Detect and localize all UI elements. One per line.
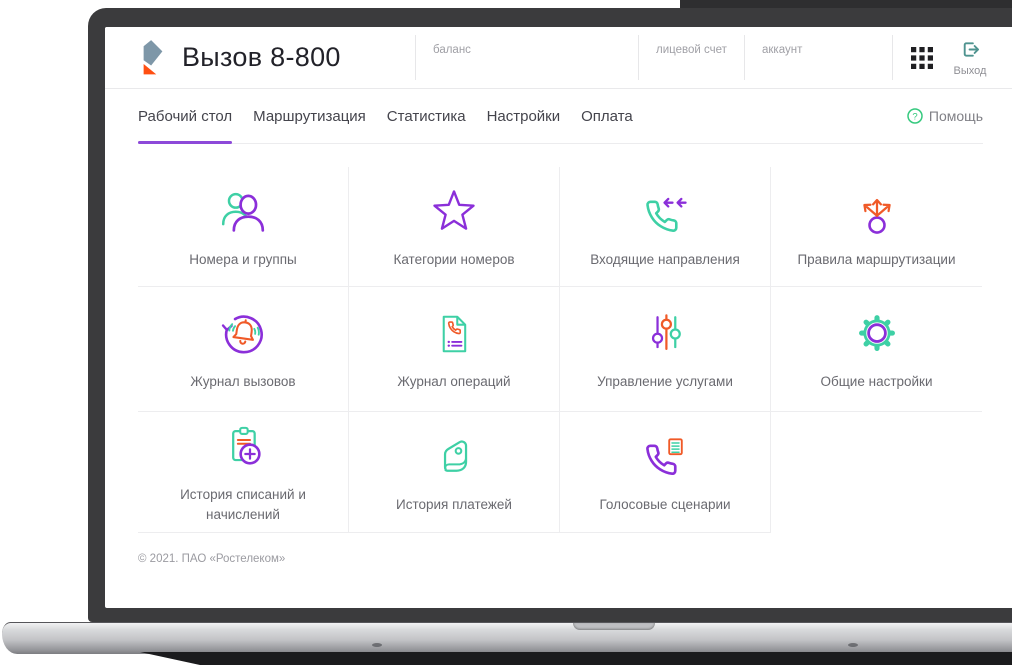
charges-history-icon: [215, 419, 271, 475]
tile-service-management[interactable]: Управление услугами: [560, 287, 771, 412]
wallet-icon: [426, 429, 482, 485]
tile-label: Журнал операций: [397, 374, 511, 390]
app-header: Вызов 8-800 баланс лицевой счет аккаунт: [105, 27, 1012, 89]
rostelecom-logo-icon: [138, 36, 168, 78]
tile-voice-scenarios[interactable]: Голосовые сценарии: [560, 412, 771, 533]
svg-text:?: ?: [912, 111, 917, 122]
help-question-icon: ?: [907, 108, 923, 124]
tab-payment[interactable]: Оплата: [581, 89, 633, 143]
users-icon: [215, 184, 271, 240]
laptop-base-dot: [372, 643, 382, 647]
tile-label: Правила маршрутизации: [797, 251, 956, 267]
personal-account-field: лицевой счет: [638, 35, 744, 80]
tile-label: Голосовые сценарии: [599, 497, 731, 513]
voice-scenarios-icon: [637, 429, 693, 485]
tile-payments-history[interactable]: История платежей: [349, 412, 560, 533]
tile-label: История списаний и начислений: [180, 487, 306, 522]
logout-label: Выход: [953, 65, 987, 77]
operations-log-icon: [426, 306, 482, 362]
tile-charges-history[interactable]: История списаний и начислений: [138, 412, 349, 533]
tile-label: Входящие направления: [590, 251, 740, 267]
tile-routing-rules[interactable]: Правила маршрутизации: [771, 167, 982, 287]
laptop-bezel: Вызов 8-800 баланс лицевой счет аккаунт: [88, 8, 1012, 622]
tile-incoming-directions[interactable]: Входящие направления: [560, 167, 771, 287]
account-label: аккаунт: [762, 44, 803, 56]
tile-call-log[interactable]: Журнал вызовов: [138, 287, 349, 412]
tile-label: Общие настройки: [820, 374, 933, 390]
tab-desktop[interactable]: Рабочий стол: [138, 89, 233, 144]
tile-label: Номера и группы: [189, 251, 297, 267]
laptop-base-dot: [848, 643, 858, 647]
tile-general-settings[interactable]: Общие настройки: [771, 287, 982, 412]
gear-icon: [849, 306, 905, 362]
apps-grid-icon: [911, 47, 933, 69]
laptop-screen: Вызов 8-800 баланс лицевой счет аккаунт: [105, 27, 1012, 608]
logout-icon: [961, 40, 980, 59]
incoming-call-icon: [637, 184, 693, 240]
tab-settings[interactable]: Настройки: [487, 89, 561, 143]
star-icon: [426, 184, 482, 240]
laptop-base-underside: [140, 652, 1012, 665]
account-field: аккаунт: [744, 35, 893, 80]
laptop-base: [2, 622, 1012, 654]
tile-numbers-and-groups[interactable]: Номера и группы: [138, 167, 349, 287]
laptop-mockup: Вызов 8-800 баланс лицевой счет аккаунт: [0, 0, 1012, 667]
empty-cell: [771, 412, 982, 533]
app-title: Вызов 8-800: [182, 41, 341, 72]
personal-account-label: лицевой счет: [656, 44, 727, 56]
tile-label: Категории номеров: [393, 251, 515, 267]
brand: Вызов 8-800: [138, 36, 341, 78]
tile-operations-log[interactable]: Журнал операций: [349, 287, 560, 412]
tile-label: История платежей: [396, 497, 512, 513]
call-log-icon: [215, 306, 271, 362]
help-link[interactable]: ? Помощь: [907, 89, 983, 143]
tile-number-categories[interactable]: Категории номеров: [349, 167, 560, 287]
balance-label: баланс: [433, 44, 471, 56]
dashboard-grid: Номера и группы Категории номеров Входящ…: [138, 167, 1012, 533]
balance-field: баланс: [415, 35, 638, 80]
tile-label: Управление услугами: [597, 374, 733, 390]
main-nav: Рабочий стол Маршрутизация Статистика На…: [138, 89, 983, 144]
help-label: Помощь: [928, 108, 983, 124]
laptop-hinge-notch: [573, 623, 655, 630]
sliders-icon: [637, 306, 693, 362]
tab-routing[interactable]: Маршрутизация: [253, 89, 366, 143]
copyright-text: © 2021. ПАО «Ростелеком»: [138, 553, 286, 565]
logout-button[interactable]: Выход: [948, 40, 992, 77]
account-info-fields: баланс лицевой счет аккаунт: [415, 35, 893, 80]
tab-statistics[interactable]: Статистика: [387, 89, 466, 143]
tile-label: Журнал вызовов: [190, 374, 296, 390]
routing-arrows-icon: [849, 184, 905, 240]
apps-grid-button[interactable]: [911, 47, 933, 69]
